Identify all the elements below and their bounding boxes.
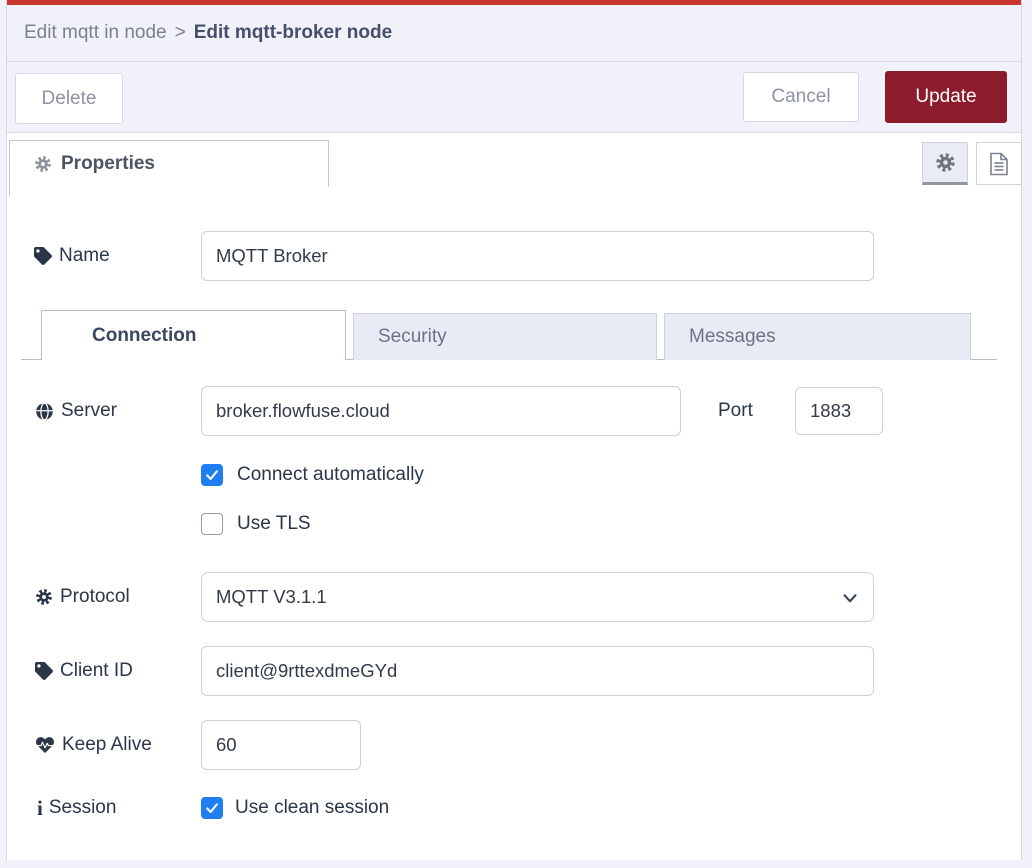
- breadcrumb-current: Edit mqtt-broker node: [194, 22, 392, 44]
- breadcrumb: Edit mqtt in node > Edit mqtt-broker nod…: [7, 5, 1021, 62]
- use-tls-label[interactable]: Use TLS: [237, 513, 311, 535]
- subtab-connection[interactable]: Connection: [41, 310, 346, 360]
- dialog-button-bar: Delete Cancel Update: [7, 63, 1021, 133]
- tag-icon: [34, 247, 52, 265]
- broker-subtabs: Connection Security Messages: [21, 310, 997, 360]
- tab-properties[interactable]: Properties: [9, 140, 329, 187]
- server-input[interactable]: [201, 386, 681, 436]
- doc-icon: [988, 152, 1010, 176]
- tab-notch: [9, 187, 17, 196]
- globe-icon: [35, 402, 54, 421]
- gear-icon: [35, 588, 53, 606]
- breadcrumb-parent[interactable]: Edit mqtt in node: [24, 22, 167, 44]
- protocol-label: Protocol: [35, 585, 130, 609]
- check-icon: [204, 800, 220, 816]
- protocol-select[interactable]: MQTT V3.1.1: [201, 572, 874, 622]
- gear-icon: [34, 155, 52, 173]
- client-id-input[interactable]: [201, 646, 874, 696]
- clean-session-label[interactable]: Use clean session: [235, 797, 389, 819]
- subtab-messages[interactable]: Messages: [664, 313, 971, 360]
- gear-icon: [935, 152, 956, 173]
- name-label: Name: [34, 244, 110, 268]
- edit-properties-button[interactable]: [922, 142, 968, 185]
- chevron-down-icon: [839, 587, 861, 609]
- name-input[interactable]: [201, 231, 874, 281]
- keep-alive-label: Keep Alive: [35, 733, 152, 757]
- heartbeat-icon: [35, 736, 55, 754]
- clean-session-checkbox[interactable]: [201, 797, 223, 819]
- client-id-label: Client ID: [35, 659, 133, 683]
- tag-icon: [35, 662, 53, 680]
- connect-automatically-label[interactable]: Connect automatically: [237, 464, 424, 486]
- protocol-select-value: MQTT V3.1.1: [216, 586, 327, 608]
- subtab-security[interactable]: Security: [353, 313, 657, 360]
- keep-alive-input[interactable]: [201, 720, 361, 770]
- info-icon: i: [37, 797, 43, 819]
- breadcrumb-separator: >: [175, 22, 186, 44]
- edit-description-button[interactable]: [976, 142, 1022, 185]
- server-label: Server: [35, 399, 117, 423]
- port-input[interactable]: [795, 387, 883, 435]
- edit-node-dialog: Edit mqtt in node > Edit mqtt-broker nod…: [6, 0, 1022, 860]
- dialog-body: Properties Name: [7, 133, 1021, 860]
- check-icon: [204, 467, 220, 483]
- tab-properties-label: Properties: [61, 153, 155, 175]
- connect-automatically-checkbox[interactable]: [201, 464, 223, 486]
- update-button[interactable]: Update: [885, 71, 1007, 123]
- delete-button[interactable]: Delete: [15, 73, 123, 124]
- session-label: i Session: [37, 796, 116, 820]
- use-tls-checkbox[interactable]: [201, 513, 223, 535]
- cancel-button[interactable]: Cancel: [743, 72, 859, 122]
- port-label: Port: [718, 399, 753, 423]
